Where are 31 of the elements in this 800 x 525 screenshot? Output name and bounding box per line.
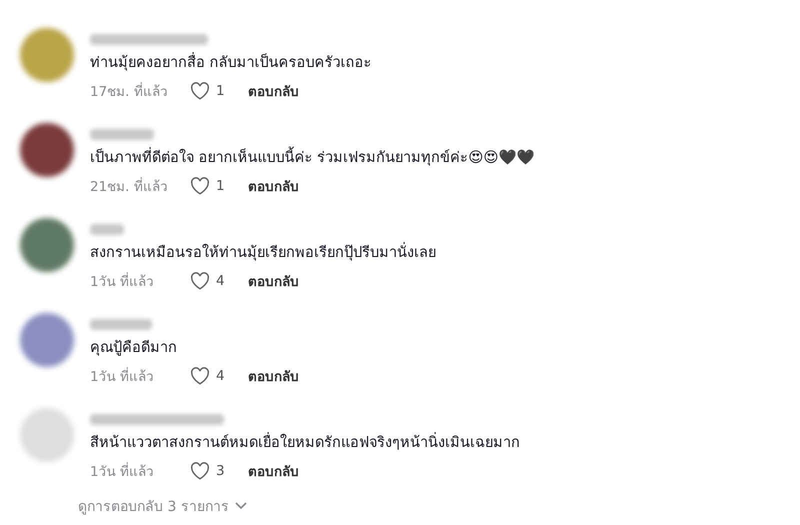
comment-time: 21ชม. ที่แล้ว (90, 176, 169, 197)
chevron-down-icon (234, 502, 247, 510)
like-button[interactable]: 1 (190, 82, 248, 100)
reply-button[interactable]: ตอบกลับ (248, 270, 299, 292)
comment-text: สีหน้าแววตาสงกรานต์หมดเยื่อใยหมดรักแอฟจริงๆหน้านิ่งเมินเฉยมาก (90, 432, 520, 454)
comment-text: ท่านมุ้ยคงอยากสื่อ กลับมาเป็นครอบครัวเถอะ (90, 52, 372, 74)
blurred-username (90, 224, 124, 235)
comment-text: เป็นภาพที่ดีต่อใจ อยากเห็นแบบนี้ค่ะ ร่วมเฟรมกันยามทุกข์ค่ะ😍😍🖤🖤 (90, 147, 534, 169)
comment-time: 1วัน ที่แล้ว (90, 271, 155, 292)
blurred-username (90, 129, 154, 140)
like-button[interactable]: 4 (190, 272, 248, 290)
heart-icon (190, 462, 210, 480)
like-button[interactable]: 1 (190, 177, 248, 195)
heart-icon (190, 367, 210, 385)
reply-button[interactable]: ตอบกลับ (248, 175, 299, 197)
heart-icon (190, 82, 210, 100)
reply-button[interactable]: ตอบกลับ (248, 80, 299, 102)
avatar[interactable] (20, 123, 74, 177)
comment-text: สงกรานเหมือนรอให้ท่านมุ้ยเรียกพอเรียกปุ๊ปรีบมานั่งเลย (90, 242, 436, 264)
comment-time: 1วัน ที่แล้ว (90, 366, 155, 387)
like-button[interactable]: 4 (190, 367, 248, 385)
comment-time: 17ชม. ที่แล้ว (90, 81, 169, 102)
comment-text: คุณปู้คือดีมาก (90, 338, 178, 358)
heart-icon (190, 272, 210, 290)
comment-time: 1วัน ที่แล้ว (90, 461, 155, 482)
blurred-username (90, 319, 152, 330)
heart-icon (190, 177, 210, 195)
like-button[interactable]: 3 (190, 462, 248, 480)
avatar[interactable] (20, 218, 74, 272)
reply-button[interactable]: ตอบกลับ (248, 460, 299, 482)
reply-button[interactable]: ตอบกลับ (248, 365, 299, 387)
